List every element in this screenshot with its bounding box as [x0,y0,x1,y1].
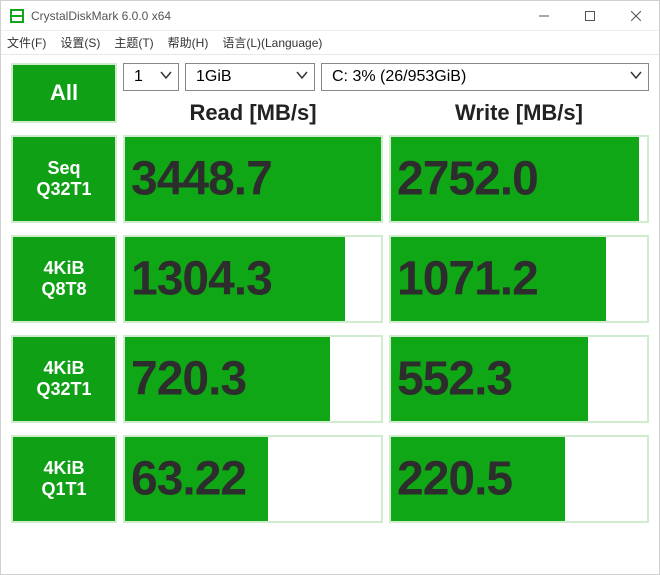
chevron-down-icon [160,68,172,86]
content-area: All 1 1GiB C: 3% (26/953GiB) Read [MB/ [1,55,659,574]
minimize-button[interactable] [521,1,567,30]
write-value: 552.3 [397,352,512,407]
write-cell: 1071.2 [389,235,649,323]
window-controls [521,1,659,30]
write-value: 1071.2 [397,252,538,307]
menu-theme[interactable]: 主题(T) [114,34,153,51]
read-cell: 1304.3 [123,235,383,323]
close-button[interactable] [613,1,659,30]
runs-value: 1 [134,68,143,86]
test-label-line2: Q1T1 [41,479,86,500]
menu-file[interactable]: 文件(F) [7,34,46,51]
test-label-line1: 4KiB [43,458,84,479]
menu-language[interactable]: 语言(L)(Language) [222,34,322,51]
read-cell: 3448.7 [123,135,383,223]
write-header: Write [MB/s] [389,100,649,126]
run-test-button-1[interactable]: 4KiBQ8T8 [11,235,117,323]
chevron-down-icon [296,68,308,86]
run-test-button-3[interactable]: 4KiBQ1T1 [11,435,117,523]
read-value: 63.22 [131,452,246,507]
menubar: 文件(F) 设置(S) 主题(T) 帮助(H) 语言(L)(Language) [1,31,659,55]
result-row: SeqQ32T1 3448.7 2752.0 [11,135,649,223]
drive-select[interactable]: C: 3% (26/953GiB) [321,63,649,91]
write-cell: 220.5 [389,435,649,523]
test-label-line2: Q32T1 [36,179,91,200]
run-test-button-0[interactable]: SeqQ32T1 [11,135,117,223]
size-value: 1GiB [196,68,232,86]
window-title: CrystalDiskMark 6.0.0 x64 [31,9,521,23]
read-header: Read [MB/s] [123,100,383,126]
result-row: 4KiBQ32T1 720.3 552.3 [11,335,649,423]
maximize-button[interactable] [567,1,613,30]
menu-help[interactable]: 帮助(H) [168,34,209,51]
column-headers: Read [MB/s] Write [MB/s] [11,97,649,129]
runs-select[interactable]: 1 [123,63,179,91]
run-test-button-2[interactable]: 4KiBQ32T1 [11,335,117,423]
result-row: 4KiBQ8T8 1304.3 1071.2 [11,235,649,323]
size-select[interactable]: 1GiB [185,63,315,91]
write-cell: 2752.0 [389,135,649,223]
drive-value: C: 3% (26/953GiB) [332,68,466,86]
test-label-line2: Q8T8 [41,279,86,300]
menu-settings[interactable]: 设置(S) [60,34,100,51]
app-icon [9,8,25,24]
read-cell: 720.3 [123,335,383,423]
read-value: 1304.3 [131,252,272,307]
test-label-line2: Q32T1 [36,379,91,400]
titlebar: CrystalDiskMark 6.0.0 x64 [1,1,659,31]
write-cell: 552.3 [389,335,649,423]
result-row: 4KiBQ1T1 63.22 220.5 [11,435,649,523]
write-value: 220.5 [397,452,512,507]
app-window: CrystalDiskMark 6.0.0 x64 文件(F) 设置(S) 主题… [0,0,660,575]
read-cell: 63.22 [123,435,383,523]
test-label-line1: 4KiB [43,358,84,379]
results-rows: SeqQ32T13448.72752.04KiBQ8T81304.31071.2… [11,135,649,564]
read-value: 3448.7 [131,152,272,207]
chevron-down-icon [630,68,642,86]
test-label-line1: Seq [47,158,80,179]
test-label-line1: 4KiB [43,258,84,279]
write-value: 2752.0 [397,152,538,207]
read-value: 720.3 [131,352,246,407]
